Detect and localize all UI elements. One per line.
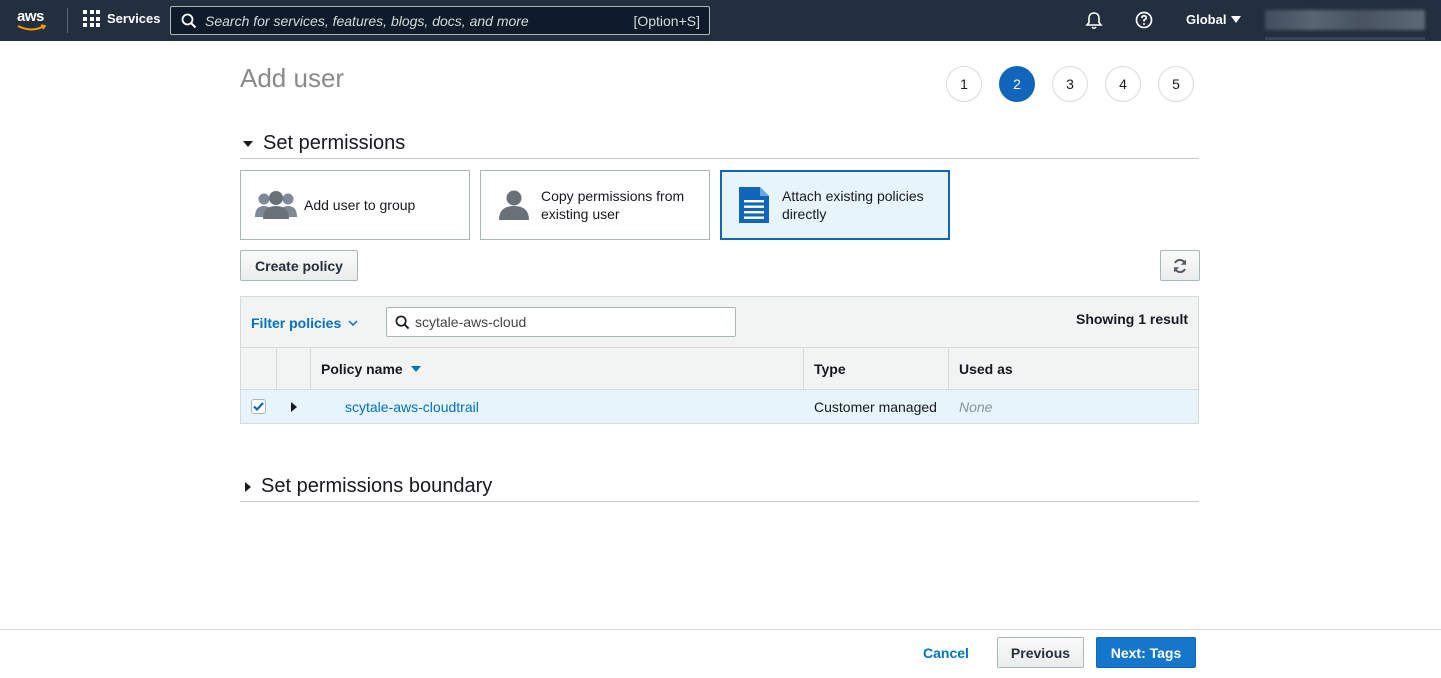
sort-caret-icon xyxy=(410,365,421,372)
search-shortcut-hint: [Option+S] xyxy=(633,12,700,29)
policy-search-input[interactable] xyxy=(415,314,735,330)
policies-table: Filter policies Showing 1 result Policy … xyxy=(240,296,1199,424)
step-3[interactable]: 3 xyxy=(1052,66,1088,102)
policy-name-link[interactable]: scytale-aws-cloudtrail xyxy=(345,390,479,423)
region-label: Global xyxy=(1186,12,1227,27)
filter-policies-label: Filter policies xyxy=(251,315,342,331)
used-as-header-label: Used as xyxy=(959,360,1013,377)
filter-policies-dropdown[interactable]: Filter policies xyxy=(251,315,358,331)
aws-logo[interactable]: aws xyxy=(17,8,51,34)
set-permissions-boundary-section-header[interactable]: Set permissions boundary xyxy=(240,472,1199,502)
copy-permissions-line2: existing user xyxy=(541,206,620,222)
set-permissions-boundary-heading: Set permissions boundary xyxy=(261,475,493,497)
document-icon xyxy=(739,187,769,223)
create-policy-button[interactable]: Create policy xyxy=(240,250,358,281)
set-permissions-heading: Set permissions xyxy=(263,132,406,154)
policy-name-header-label: Policy name xyxy=(321,360,403,377)
result-count: Showing 1 result xyxy=(1075,311,1188,327)
account-menu-redacted[interactable] xyxy=(1265,10,1425,30)
select-column-header xyxy=(241,348,277,389)
user-icon xyxy=(498,190,530,220)
chevron-down-icon xyxy=(348,320,358,326)
step-1[interactable]: 1 xyxy=(946,66,982,102)
smile-arrow-icon xyxy=(17,24,47,31)
table-toolbar: Filter policies Showing 1 result xyxy=(241,297,1198,348)
checkmark-icon xyxy=(253,402,264,411)
global-search-box[interactable]: [Option+S] xyxy=(170,6,710,35)
type-column-header: Type xyxy=(804,348,949,389)
page-title: Add user xyxy=(240,63,345,93)
caret-right-icon xyxy=(291,401,297,412)
services-menu-button[interactable]: Services xyxy=(83,10,161,27)
refresh-button[interactable] xyxy=(1160,250,1200,281)
set-permissions-section-header[interactable]: Set permissions xyxy=(240,129,1199,159)
global-search-input[interactable] xyxy=(205,12,634,29)
grid-icon xyxy=(83,10,100,27)
help-icon[interactable] xyxy=(1135,11,1153,29)
account-underline xyxy=(1265,37,1425,40)
attach-policies-line1: Attach existing policies xyxy=(782,188,924,204)
services-label: Services xyxy=(107,11,161,26)
caret-down-icon xyxy=(1231,16,1242,23)
table-header-row: Policy name Type Used as xyxy=(241,348,1198,390)
attach-existing-policies-option[interactable]: Attach existing policies directly xyxy=(720,170,950,240)
caret-down-icon xyxy=(243,140,259,147)
region-selector[interactable]: Global xyxy=(1186,12,1242,27)
copy-permissions-label: Copy permissions from existing user xyxy=(541,187,684,223)
refresh-icon xyxy=(1173,258,1187,273)
top-navigation-bar: aws Services [Option+S] Global xyxy=(0,0,1441,41)
add-user-to-group-option[interactable]: Add user to group xyxy=(240,170,470,240)
row-select-cell xyxy=(251,390,266,423)
step-2-active[interactable]: 2 xyxy=(999,66,1035,102)
policy-search-box[interactable] xyxy=(386,307,736,337)
cancel-link[interactable]: Cancel xyxy=(923,645,969,661)
step-4[interactable]: 4 xyxy=(1105,66,1141,102)
row-checkbox-checked[interactable] xyxy=(251,399,266,414)
policy-type-cell: Customer managed xyxy=(814,398,937,415)
policy-name-column-header[interactable]: Policy name xyxy=(311,348,804,389)
row-expand-cell[interactable] xyxy=(291,390,297,423)
step-5[interactable]: 5 xyxy=(1158,66,1194,102)
previous-button[interactable]: Previous xyxy=(997,637,1084,668)
caret-right-icon xyxy=(245,481,251,492)
nav-divider xyxy=(67,8,68,33)
expand-column-header xyxy=(277,348,311,389)
used-as-column-header: Used as xyxy=(949,348,1198,389)
users-group-icon xyxy=(254,189,298,221)
wizard-steps: 1 2 3 4 5 xyxy=(946,66,1194,102)
aws-logo-text: aws xyxy=(17,8,44,25)
add-user-to-group-label: Add user to group xyxy=(304,197,416,213)
table-row[interactable]: scytale-aws-cloudtrail Customer managed … xyxy=(241,390,1198,423)
attach-existing-policies-label: Attach existing policies directly xyxy=(782,187,924,223)
used-as-cell: None xyxy=(959,398,993,415)
type-header-label: Type xyxy=(814,360,846,377)
next-tags-button[interactable]: Next: Tags xyxy=(1096,637,1196,668)
copy-permissions-line1: Copy permissions from xyxy=(541,188,685,204)
search-icon xyxy=(181,13,197,28)
copy-permissions-option[interactable]: Copy permissions from existing user xyxy=(480,170,710,240)
footer-divider xyxy=(0,629,1441,630)
attach-policies-line2: directly xyxy=(782,206,827,222)
bell-icon[interactable] xyxy=(1085,11,1103,30)
search-icon xyxy=(395,315,410,329)
